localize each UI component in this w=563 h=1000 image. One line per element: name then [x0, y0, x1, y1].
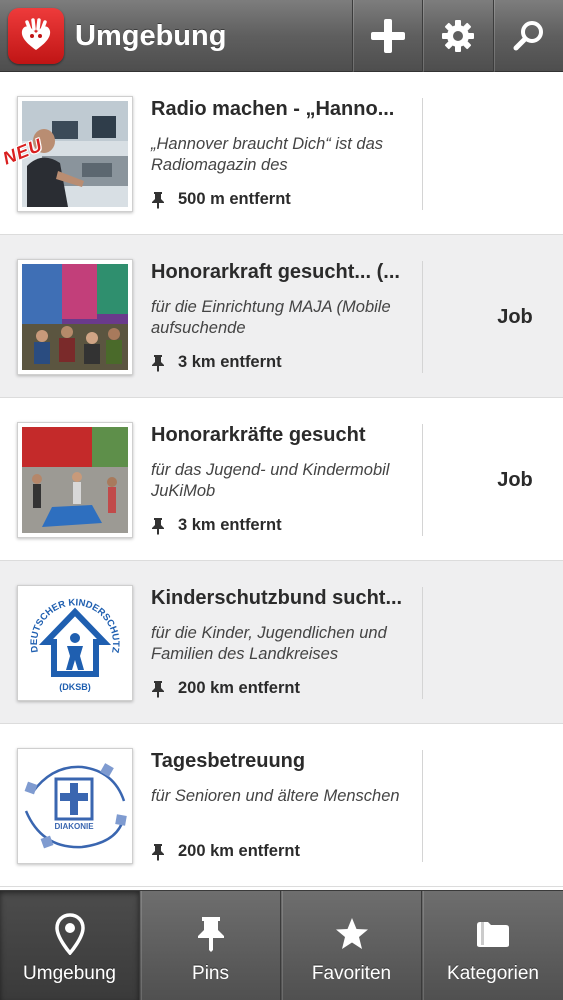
list-item[interactable]: Honorarkraft gesucht... (... für die Ein…	[0, 235, 563, 398]
item-distance-text: 500 m entfernt	[178, 190, 291, 208]
nearby-list: NEU Radio machen - „Hanno... „Hannover b…	[0, 72, 563, 890]
svg-text:(DKSB): (DKSB)	[59, 682, 91, 692]
youth-group-photo	[22, 264, 128, 370]
item-distance: 500 m entfernt	[151, 190, 291, 209]
list-item[interactable]: DEUTSCHER KINDERSCHUTZBUND E.V. (DKSB) K…	[0, 561, 563, 724]
page-title: Umgebung	[75, 20, 227, 52]
item-distance-text: 200 km entfernt	[178, 679, 300, 697]
item-distance: 200 km entfernt	[151, 679, 300, 698]
add-button[interactable]	[352, 0, 422, 72]
tab-pins[interactable]: Pins	[141, 891, 281, 1000]
item-description: für Senioren und ältere Menschen	[151, 787, 400, 805]
item-tag: Job	[497, 469, 533, 491]
tab-label: Kategorien	[447, 963, 539, 984]
settings-button[interactable]	[422, 0, 492, 72]
search-button[interactable]	[493, 0, 563, 72]
kids-playing-photo	[22, 427, 128, 533]
item-title: Kinderschutzbund sucht...	[151, 587, 403, 609]
pushpin-icon	[152, 191, 164, 209]
list-item[interactable]: Honorarkräfte gesucht für das Jugend- un…	[0, 398, 563, 561]
item-distance: 3 km entfernt	[151, 353, 282, 372]
item-description: „Hannover braucht Dich“ ist das Radiomag…	[151, 135, 384, 174]
pushpin-icon	[152, 680, 164, 698]
svg-text:DIAKONIE: DIAKONIE	[54, 822, 94, 831]
item-title: Radio machen - „Hanno...	[151, 98, 395, 120]
bottom-tab-bar: Umgebung Pins Favoriten Kategorien	[0, 890, 563, 1000]
divider	[422, 261, 423, 373]
divider	[422, 424, 423, 536]
item-distance-text: 3 km entfernt	[178, 353, 282, 371]
pushpin-icon	[152, 517, 164, 535]
item-thumbnail	[17, 259, 133, 375]
item-distance: 200 km entfernt	[151, 842, 300, 861]
item-title: Honorarkräfte gesucht	[151, 424, 366, 446]
top-navigation-bar: Umgebung	[0, 0, 563, 72]
settings-gear-icon	[441, 20, 474, 52]
pushpin-icon	[152, 843, 164, 861]
location-pin-icon	[54, 913, 85, 955]
item-title: Tagesbetreuung	[151, 750, 306, 772]
tab-kategorien[interactable]: Kategorien	[423, 891, 563, 1000]
search-icon	[513, 21, 543, 51]
item-thumbnail	[17, 422, 133, 538]
item-description: für die Einrichtung MAJA (Mobile aufsuch…	[151, 298, 391, 337]
list-item[interactable]: Radio machen - „Hanno... „Hannover brauc…	[0, 72, 563, 235]
item-distance: 3 km entfernt	[151, 516, 282, 535]
tab-label: Favoriten	[311, 963, 392, 984]
tab-label: Pins	[192, 963, 229, 984]
pushpin-icon	[152, 354, 164, 372]
kinderschutzbund-logo: DEUTSCHER KINDERSCHUTZBUND E.V. (DKSB)	[22, 590, 121, 692]
item-title: Honorarkraft gesucht... (...	[151, 261, 400, 283]
item-distance-text: 3 km entfernt	[178, 516, 282, 534]
item-distance-text: 200 km entfernt	[178, 842, 300, 860]
divider	[422, 587, 423, 699]
divider	[422, 98, 423, 210]
item-tag: Job	[497, 306, 533, 328]
tab-label: Umgebung	[23, 963, 116, 984]
list-item[interactable]: DIAKONIE Tagesbetreuung für Senioren und…	[0, 724, 563, 887]
pushpin-icon	[197, 917, 224, 952]
item-description: für das Jugend- und Kindermobil JuKiMob	[151, 461, 390, 500]
item-description: für die Kinder, Jugendlichen und Familie…	[151, 624, 387, 663]
app-logo-icon	[8, 8, 64, 64]
add-icon	[370, 19, 405, 53]
diakonie-logo: DIAKONIE	[24, 763, 127, 849]
star-icon	[335, 918, 368, 949]
tab-umgebung[interactable]: Umgebung	[0, 891, 140, 1000]
tab-favoriten[interactable]: Favoriten	[282, 891, 422, 1000]
item-thumbnail: DIAKONIE	[17, 748, 133, 864]
folder-icon	[477, 921, 509, 947]
divider	[422, 750, 423, 862]
item-thumbnail: DEUTSCHER KINDERSCHUTZBUND E.V. (DKSB)	[17, 585, 133, 701]
